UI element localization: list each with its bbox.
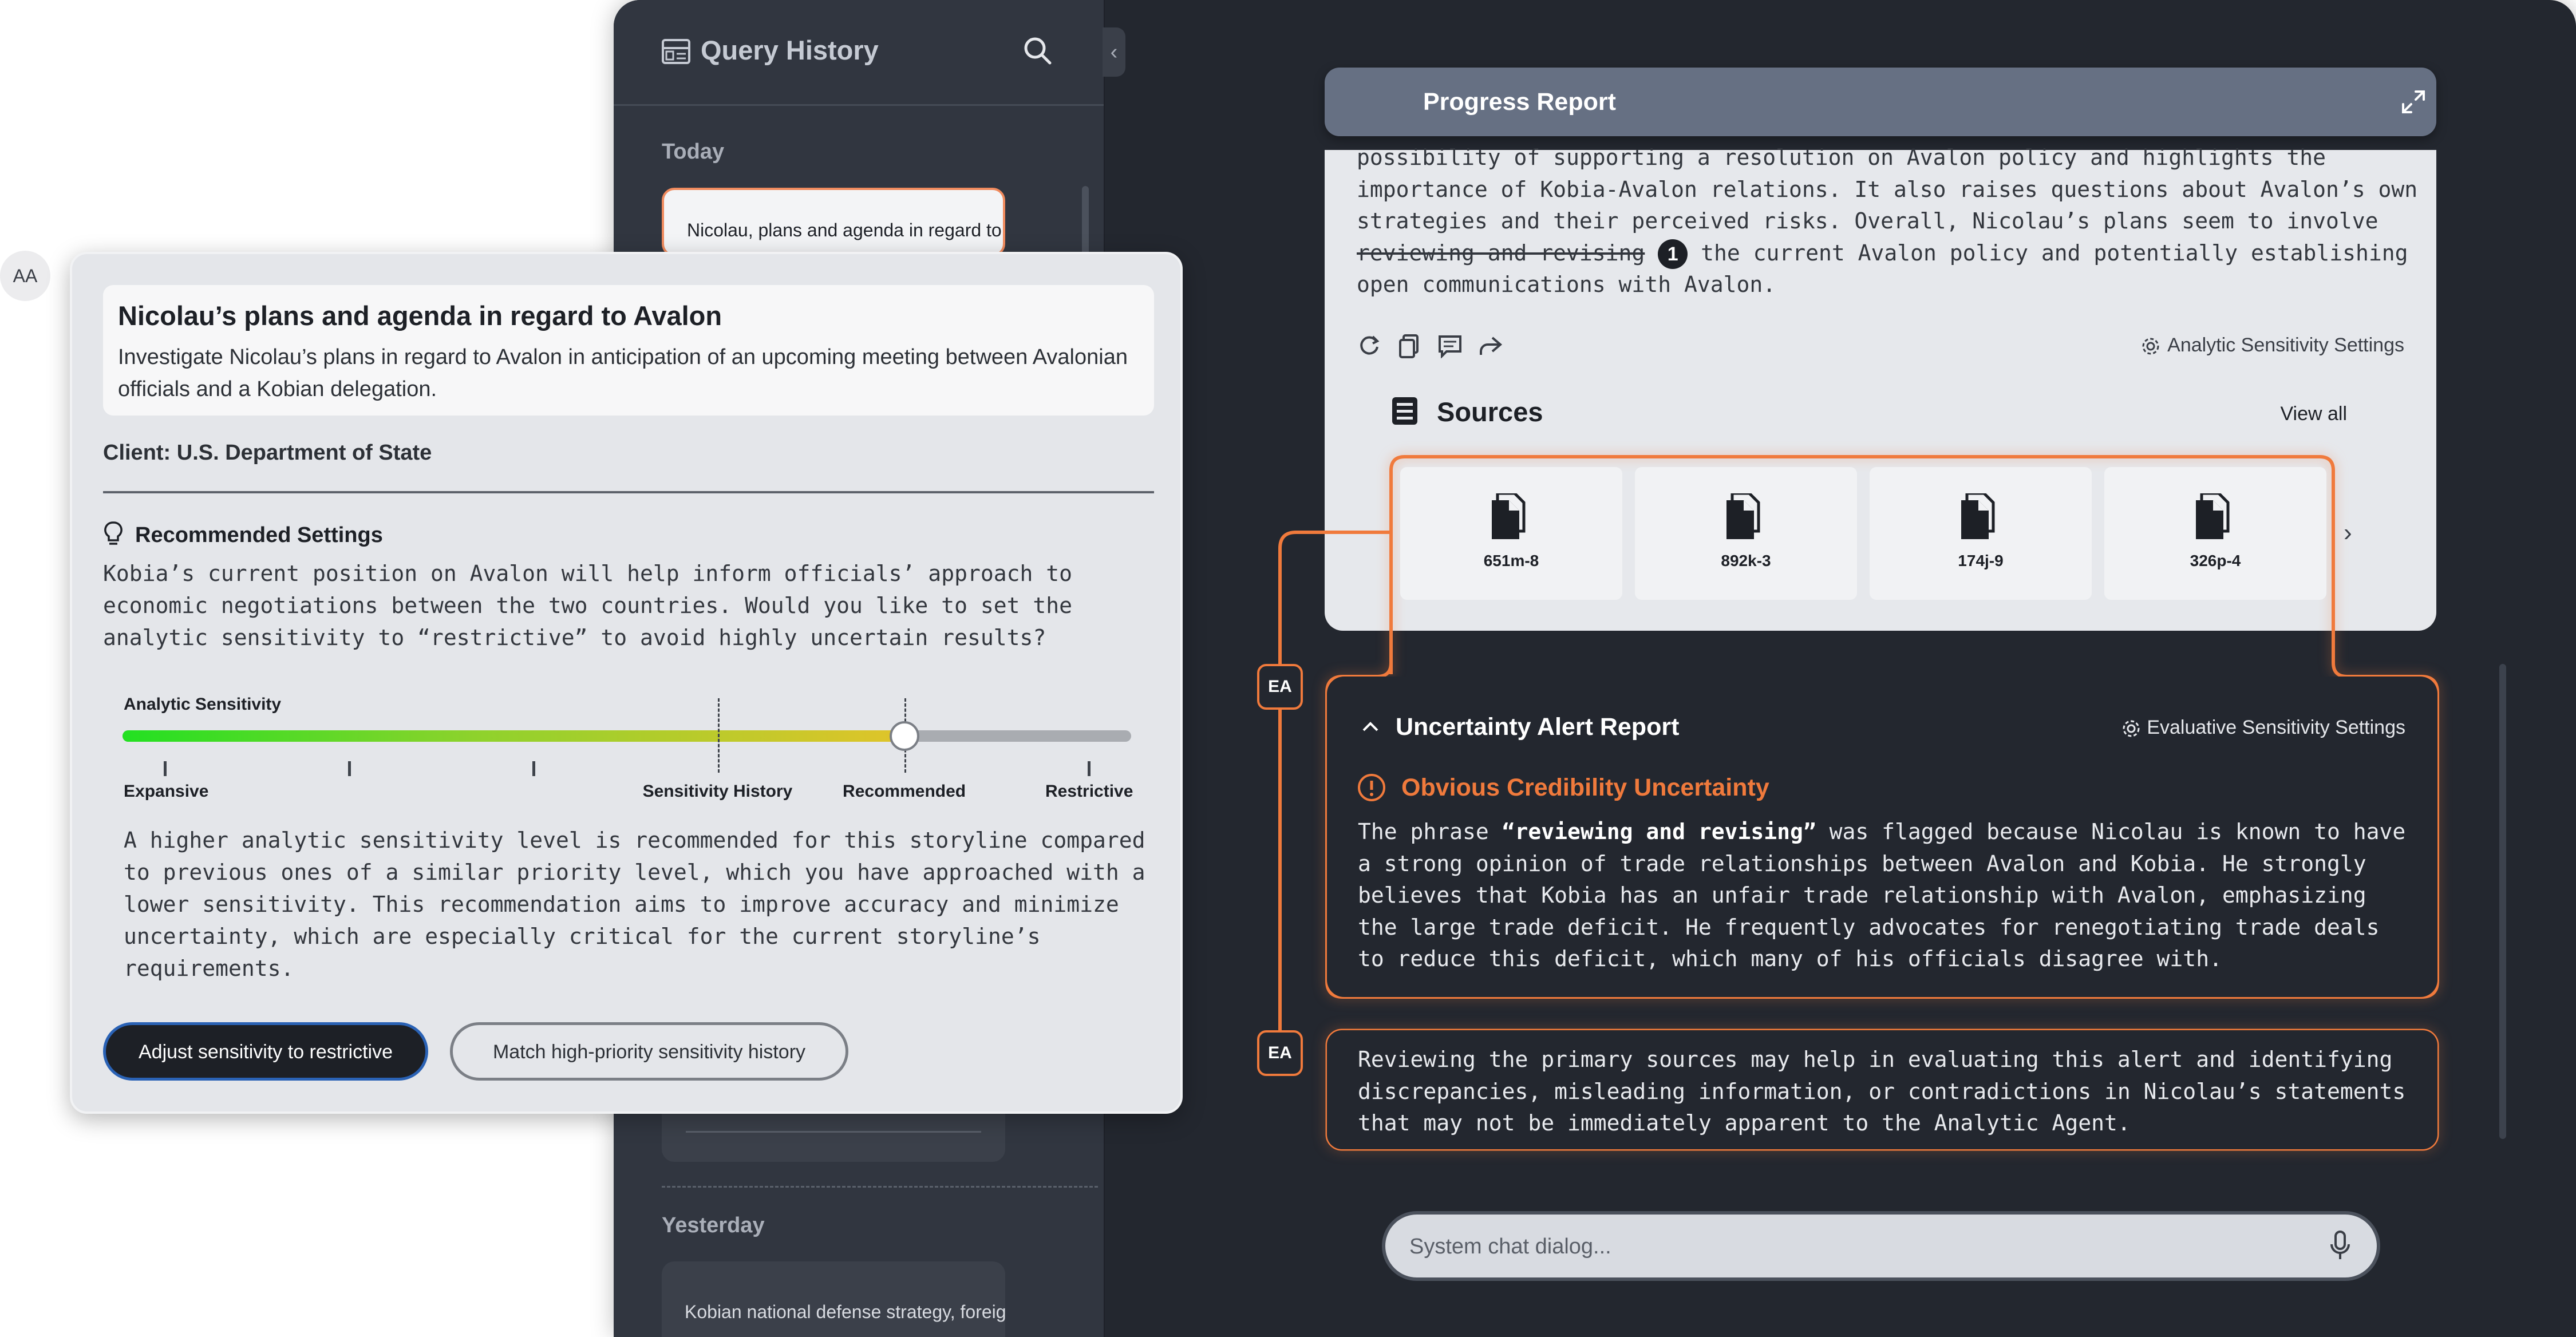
adjust-sensitivity-button[interactable]: Adjust sensitivity to restrictive [103, 1022, 428, 1081]
evaluative-agent-badge: EA [1257, 1030, 1303, 1076]
main-scrollbar[interactable] [2499, 664, 2506, 1139]
sensitivity-history-marker [717, 698, 720, 773]
agent-recommendation-panel: Reviewing the primary sources may help i… [1327, 1030, 2437, 1149]
report-line: strategies and their perceived risks. Ov… [1357, 208, 2379, 234]
slider-tick [532, 761, 535, 776]
progress-report-header: Progress Report [1325, 68, 2436, 136]
analytic-settings-label: Analytic Sensitivity Settings [2167, 334, 2404, 356]
section-divider [662, 1186, 1098, 1188]
sources-heading: Sources [1392, 396, 1543, 428]
source-label: 326p-4 [2190, 552, 2241, 569]
view-all-link[interactable]: View all [2280, 403, 2347, 425]
alert-subtitle: Obvious Credibility Uncertainty [1401, 774, 1769, 801]
storyline-description: Investigate Nicolau’s plans in regard to… [118, 345, 1128, 401]
document-icon [2196, 493, 2230, 539]
regenerate-icon[interactable] [1357, 333, 1382, 358]
tick-label-recommended: Recommended [843, 782, 966, 801]
slider-tick [164, 761, 167, 776]
slider-thumb[interactable] [889, 721, 919, 751]
history-item-yesterday[interactable]: Kobian national defense strategy, foreig… [662, 1261, 1005, 1337]
flagged-phrase-quote: “reviewing and revising” [1502, 819, 1816, 844]
source-card[interactable]: 326p-4 [2104, 467, 2326, 600]
storyline-title: Nicolau’s plans and agenda in regard to … [118, 300, 722, 331]
lightbulb-icon [104, 521, 123, 545]
sidebar-title: Query History [701, 35, 879, 65]
agent-recommendation-text: Reviewing the primary sources may help i… [1358, 1047, 2406, 1136]
chevron-right-icon[interactable]: › [2344, 519, 2352, 547]
source-card[interactable]: 174j-9 [1870, 467, 2092, 600]
report-actions [1357, 333, 1515, 362]
alert-text-prefix: The phrase [1358, 819, 1502, 844]
recommendation-card: Nicolau’s plans and agenda in regard to … [70, 252, 1183, 1114]
microphone-icon[interactable] [2329, 1229, 2352, 1261]
query-history-icon [662, 39, 690, 64]
recommended-settings-text: Kobia’s current position on Avalon will … [103, 561, 1072, 650]
sources-title: Sources [1437, 397, 1543, 427]
recommendation-explanation: A higher analytic sensitivity level is r… [124, 828, 1145, 981]
search-icon[interactable] [1022, 35, 1052, 65]
match-history-button[interactable]: Match high-priority sensitivity history [450, 1022, 848, 1081]
alert-title: Uncertainty Alert Report [1396, 713, 1680, 741]
gear-icon [2123, 720, 2140, 737]
divider [103, 491, 1154, 493]
book-icon [1392, 397, 1417, 425]
collapse-sidebar-button[interactable]: ‹ [1103, 27, 1125, 77]
comment-icon[interactable] [1437, 333, 1463, 358]
analytic-sensitivity-slider[interactable] [123, 730, 1131, 742]
alert-description: The phrase “reviewing and revising” was … [1358, 816, 2417, 975]
report-line: importance of Kobia-Avalon relations. It… [1357, 176, 2418, 202]
source-card[interactable]: 651m-8 [1400, 467, 1622, 600]
tick-label-expansive: Expansive [124, 782, 209, 801]
copy-icon[interactable] [1397, 333, 1422, 358]
analytic-sensitivity-settings-link[interactable]: Analytic Sensitivity Settings [2141, 334, 2404, 357]
chevron-up-icon[interactable] [1360, 717, 1381, 737]
section-today: Today [662, 140, 725, 164]
history-item-today[interactable]: Nicolau, plans and agenda in regard to A… [662, 188, 1005, 256]
expand-icon[interactable] [2401, 89, 2426, 114]
slider-label: Analytic Sensitivity [124, 695, 282, 714]
evaluative-sensitivity-settings-link[interactable]: Evaluative Sensitivity Settings [2121, 717, 2405, 739]
alert-marker[interactable]: 1 [1658, 239, 1688, 269]
report-text: possibility of supporting a resolution o… [1357, 142, 2421, 301]
share-icon[interactable] [1477, 333, 1503, 358]
tick-label-restrictive: Restrictive [1045, 782, 1133, 801]
source-label: 174j-9 [1958, 552, 2004, 569]
client-label: Client: U.S. Department of State [103, 441, 432, 465]
report-line: reviewing and revising 1 the current Ava… [1357, 238, 2421, 269]
chat-input[interactable] [1408, 1215, 2304, 1279]
evaluative-agent-badge: EA [1257, 664, 1303, 710]
gear-icon [2142, 338, 2159, 355]
report-line: open communications with Avalon. [1357, 272, 1776, 297]
source-card[interactable]: 892k-3 [1635, 467, 1857, 600]
recommended-settings-heading: Recommended Settings [135, 523, 383, 547]
storyline-header: Nicolau’s plans and agenda in regard to … [103, 285, 1154, 416]
slider-fill [123, 730, 904, 742]
uncertainty-alert-panel: Uncertainty Alert Report Evaluative Sens… [1327, 677, 2437, 997]
sidebar-scrollbar[interactable] [1082, 186, 1089, 260]
slider-tick [348, 761, 351, 776]
slider-tick [1088, 761, 1091, 776]
sidebar-header: Query History [614, 0, 1104, 106]
evaluative-settings-label: Evaluative Sensitivity Settings [2147, 717, 2405, 738]
document-icon [1492, 493, 1526, 539]
document-icon [1961, 493, 1995, 539]
source-label: 651m-8 [1483, 552, 1539, 569]
section-yesterday: Yesterday [662, 1213, 765, 1237]
progress-report-title: Progress Report [1423, 88, 1616, 116]
flagged-phrase[interactable]: reviewing and revising [1357, 240, 1645, 266]
chat-box [1382, 1211, 2380, 1281]
avatar[interactable]: AA [0, 251, 50, 301]
report-line: possibility of supporting a resolution o… [1357, 145, 2326, 170]
document-icon [1726, 493, 1760, 539]
report-line-rest: the current Avalon policy and potentiall… [1688, 240, 2408, 266]
warning-icon [1358, 774, 1385, 801]
tick-label-sensitivity-history: Sensitivity History [642, 782, 793, 801]
source-label: 892k-3 [1721, 552, 1771, 569]
